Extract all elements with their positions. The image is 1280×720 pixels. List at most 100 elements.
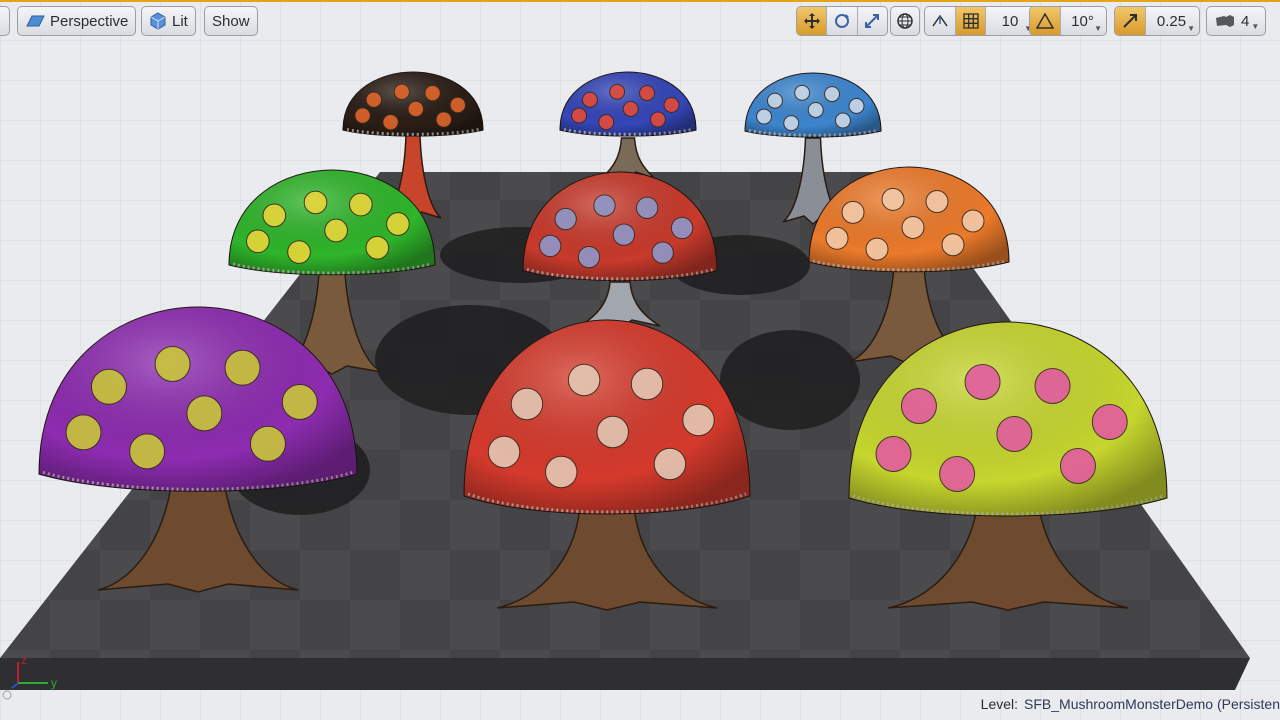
mushroom-spot — [581, 91, 598, 108]
mushroom-spot — [639, 85, 656, 102]
grid-icon — [962, 13, 979, 29]
mushroom-spot — [577, 245, 601, 269]
mushroom-spot — [875, 436, 912, 472]
mushroom-spot — [567, 363, 601, 397]
translate-tool-button[interactable] — [797, 7, 827, 35]
mushroom-spot — [881, 187, 905, 211]
mushroom-spot — [349, 192, 373, 217]
scale-tool-button[interactable] — [856, 7, 887, 35]
mushroom-spot — [766, 92, 783, 109]
translate-icon — [803, 13, 820, 29]
mushroom-spot — [598, 114, 615, 131]
mushroom-spot — [900, 388, 937, 424]
mushroom-spot — [224, 349, 261, 386]
angle-icon — [1036, 13, 1054, 29]
camera-speed-value: 4 — [1241, 12, 1250, 30]
mushroom-spot — [324, 218, 348, 243]
scale-icon — [865, 14, 880, 28]
mushroom-spot — [365, 235, 390, 260]
viewport-options-button[interactable] — [0, 6, 10, 36]
mushroom-spot — [630, 367, 664, 401]
mushroom-spot — [571, 107, 588, 124]
view-mode-button[interactable]: Perspective — [17, 6, 137, 36]
mushroom-spot — [670, 216, 694, 240]
surface-snap-icon — [932, 14, 948, 27]
mushroom-spot — [663, 97, 680, 113]
axis-gizmo: z y — [11, 653, 57, 690]
mushroom-spot — [354, 107, 371, 124]
grid-snap-group: 10 ▼ — [924, 6, 1037, 36]
mushroom-spot — [596, 415, 629, 449]
level-status: Level: SFB_MushroomMonsterDemo (Persisten — [981, 696, 1280, 712]
mushroom-spot — [90, 368, 127, 405]
chevron-down-icon: ▼ — [1094, 24, 1102, 33]
mushroom-spot — [365, 91, 382, 108]
mushroom-spot — [925, 190, 949, 214]
view-mode-label: Perspective — [50, 12, 129, 30]
mushroom-spot — [961, 209, 985, 233]
mushroom-spot — [303, 190, 328, 215]
rotate-tool-button[interactable] — [826, 7, 856, 35]
mushroom-spot — [154, 346, 191, 382]
scale-snap-toggle[interactable] — [1115, 7, 1145, 35]
mushroom-spot — [65, 414, 102, 451]
rotation-snap-toggle[interactable] — [1030, 7, 1060, 35]
rotate-icon — [834, 14, 849, 28]
mushroom-spot — [783, 115, 800, 132]
transform-mode-group — [796, 6, 888, 36]
camera-speed-button[interactable]: 4 ▼ — [1206, 6, 1266, 36]
mushroom-spot — [622, 100, 639, 117]
mushroom-spot — [609, 83, 626, 100]
perspective-icon — [26, 15, 45, 27]
rotation-snap-value: 10° — [1071, 12, 1094, 30]
scale-snap-value-dropdown[interactable]: 0.25 ▼ — [1145, 7, 1199, 35]
mushroom-spot — [939, 456, 976, 492]
show-flags-button[interactable]: Show — [204, 6, 258, 36]
mushroom-spot — [129, 433, 166, 470]
lighting-mode-button[interactable]: Lit — [141, 6, 196, 36]
mushroom-spot — [612, 223, 636, 246]
mushroom-spot — [653, 447, 687, 481]
coordinate-system-button[interactable] — [890, 6, 920, 36]
rotation-snap-group: 10° ▼ — [1029, 6, 1107, 36]
camera-icon — [1216, 15, 1234, 27]
mushroom-spot — [635, 196, 659, 220]
mushroom-spot — [941, 233, 965, 257]
mushroom-spot — [186, 395, 223, 432]
mushroom-spot — [996, 416, 1033, 452]
mushroom-spot — [510, 387, 544, 421]
surface-snap-button[interactable] — [925, 7, 955, 35]
mushroom-spot — [287, 240, 311, 264]
mushroom-spot — [865, 237, 889, 261]
scale-snap-icon — [1123, 14, 1137, 28]
mushroom-spot — [281, 384, 318, 420]
mushroom-spot — [449, 96, 466, 114]
level-prefix: Level: — [980, 696, 1019, 712]
scale-snap-group: 0.25 ▼ — [1114, 6, 1200, 36]
z-axis-label: z — [21, 653, 27, 667]
scale-snap-value: 0.25 — [1156, 12, 1187, 30]
grid-snap-value: 10 — [1001, 12, 1019, 30]
mushroom-spot — [249, 425, 286, 462]
mushroom-spot — [1059, 448, 1096, 484]
lit-cube-icon — [150, 12, 166, 30]
mushroom-spot — [794, 84, 811, 101]
viewport-scene[interactable] — [0, 0, 1280, 720]
mushroom-spot — [386, 212, 410, 236]
mushroom-spot — [964, 364, 1001, 400]
mushroom-spot — [651, 241, 674, 264]
y-axis-label: y — [51, 676, 57, 690]
mushroom-spot — [554, 207, 577, 231]
mushroom-spot — [393, 83, 410, 101]
mushroom-spot — [756, 108, 773, 125]
mushroom-spot — [262, 203, 287, 228]
help-icon — [2, 690, 12, 700]
grid-snap-toggle[interactable] — [955, 7, 985, 35]
show-flags-label: Show — [212, 12, 250, 30]
mushroom-spot — [834, 112, 851, 129]
mushroom-spot — [593, 194, 616, 217]
x-axis-line — [11, 682, 19, 689]
chevron-down-icon: ▼ — [1251, 21, 1260, 31]
mushroom-spot — [807, 101, 824, 118]
rotation-snap-value-dropdown[interactable]: 10° ▼ — [1060, 7, 1106, 35]
